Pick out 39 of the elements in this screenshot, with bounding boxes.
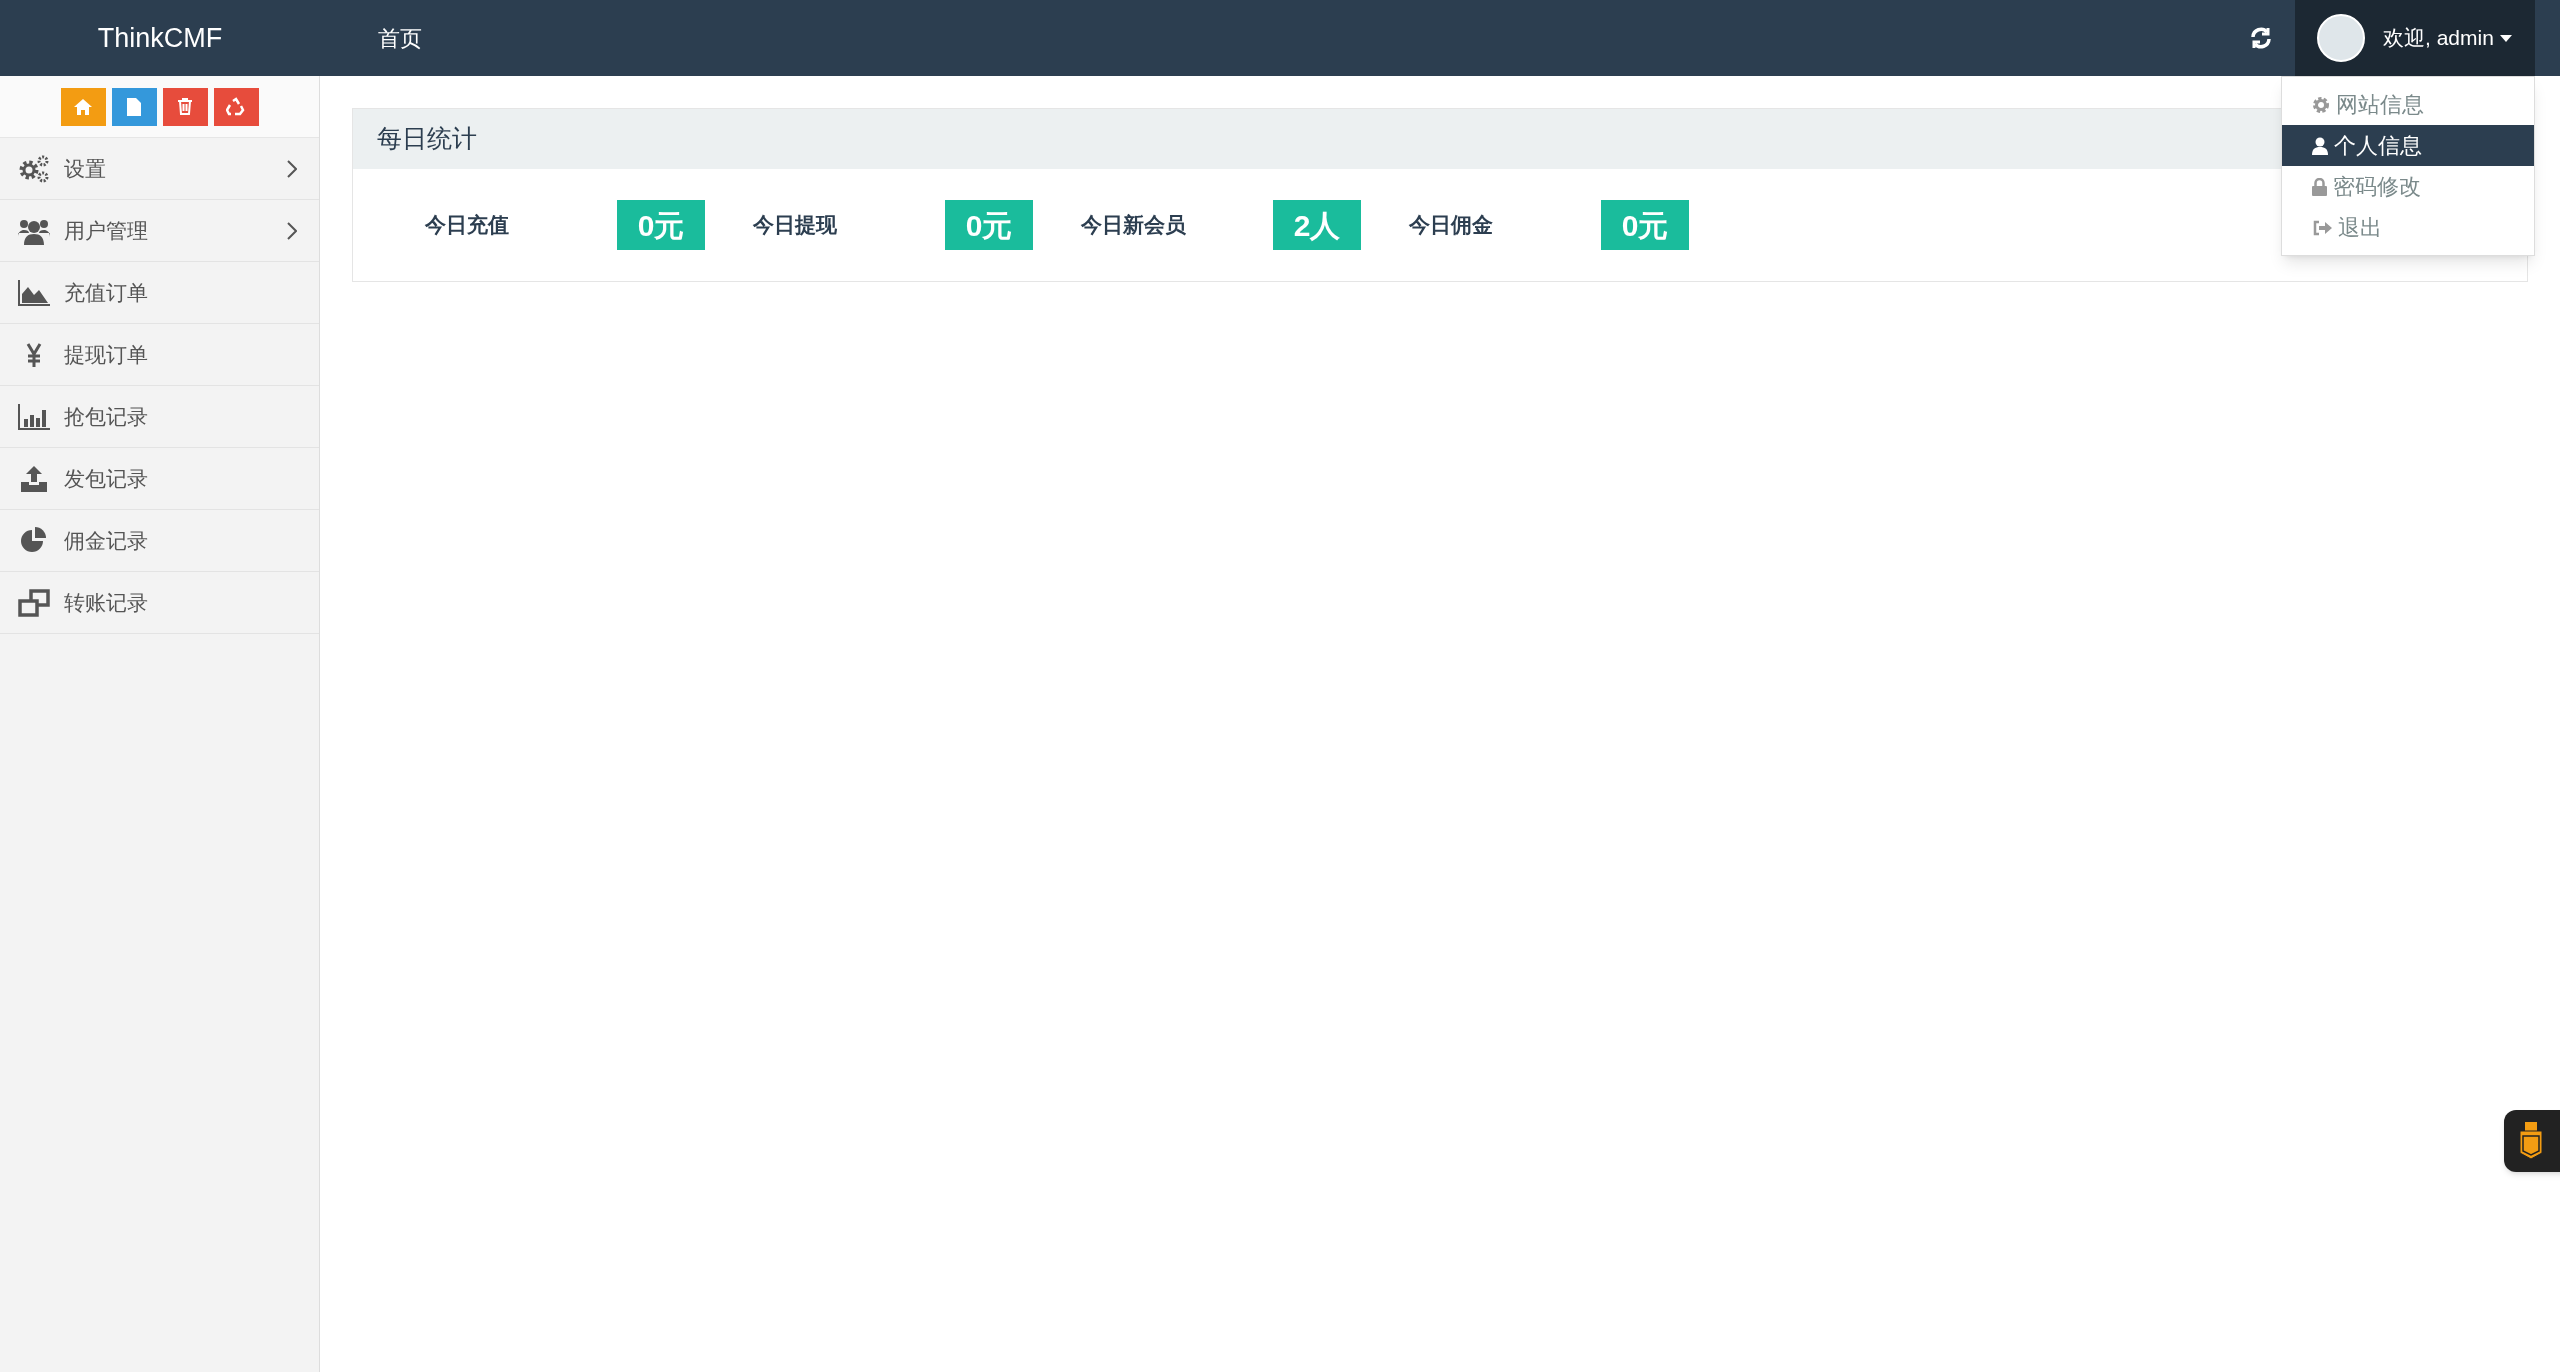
- stat-label: 今日新会员: [1081, 212, 1187, 239]
- panel-title: 每日统计: [377, 123, 477, 155]
- document-icon: [127, 97, 141, 116]
- brand-logo[interactable]: ThinkCMF: [97, 17, 223, 59]
- stat-label: 今日佣金: [1409, 212, 1494, 239]
- bar-chart-icon: [18, 403, 50, 430]
- nav-link[interactable]: 首页: [378, 21, 422, 55]
- welcome-text: 欢迎, admin: [2383, 25, 2494, 52]
- stat-label: 今日充值: [425, 212, 510, 239]
- area-chart-icon: [18, 279, 50, 306]
- upload-icon: [18, 465, 50, 492]
- user-menu-toggle[interactable]: 欢迎, admin: [2295, 0, 2535, 76]
- lock-icon: [2312, 177, 2327, 196]
- recycle-icon: [226, 96, 246, 117]
- floating-tool-tab[interactable]: [2504, 1110, 2560, 1172]
- user-icon: [2312, 136, 2328, 155]
- avatar-image: [2317, 14, 2365, 62]
- trash-button[interactable]: [162, 87, 208, 126]
- usb-drive-icon: [2518, 1121, 2544, 1161]
- windows-stack-icon: [18, 588, 50, 617]
- logout-icon: [2312, 219, 2332, 236]
- gears-icon: [18, 154, 50, 183]
- trash-icon: [178, 98, 192, 115]
- dropdown-item[interactable]: 个人信息: [2282, 125, 2534, 166]
- dropdown-item[interactable]: 退出: [2282, 207, 2534, 248]
- stat-value: 0元: [1601, 200, 1689, 250]
- stat-value: 2人: [1273, 200, 1361, 250]
- refresh-icon[interactable]: [2249, 26, 2273, 50]
- settings-icon: [2312, 95, 2330, 114]
- home-button[interactable]: [60, 87, 106, 126]
- dropdown-item[interactable]: 网站信息: [2282, 84, 2534, 125]
- stat-value: 0元: [945, 200, 1033, 250]
- stat-label: 今日提现: [753, 212, 838, 239]
- home-icon: [74, 98, 92, 115]
- caret-icon: [2499, 34, 2512, 42]
- dropdown-item[interactable]: 密码修改: [2282, 166, 2534, 207]
- document-button[interactable]: [111, 87, 157, 126]
- stat-value: 0元: [617, 200, 705, 250]
- recycle-button[interactable]: [213, 87, 259, 126]
